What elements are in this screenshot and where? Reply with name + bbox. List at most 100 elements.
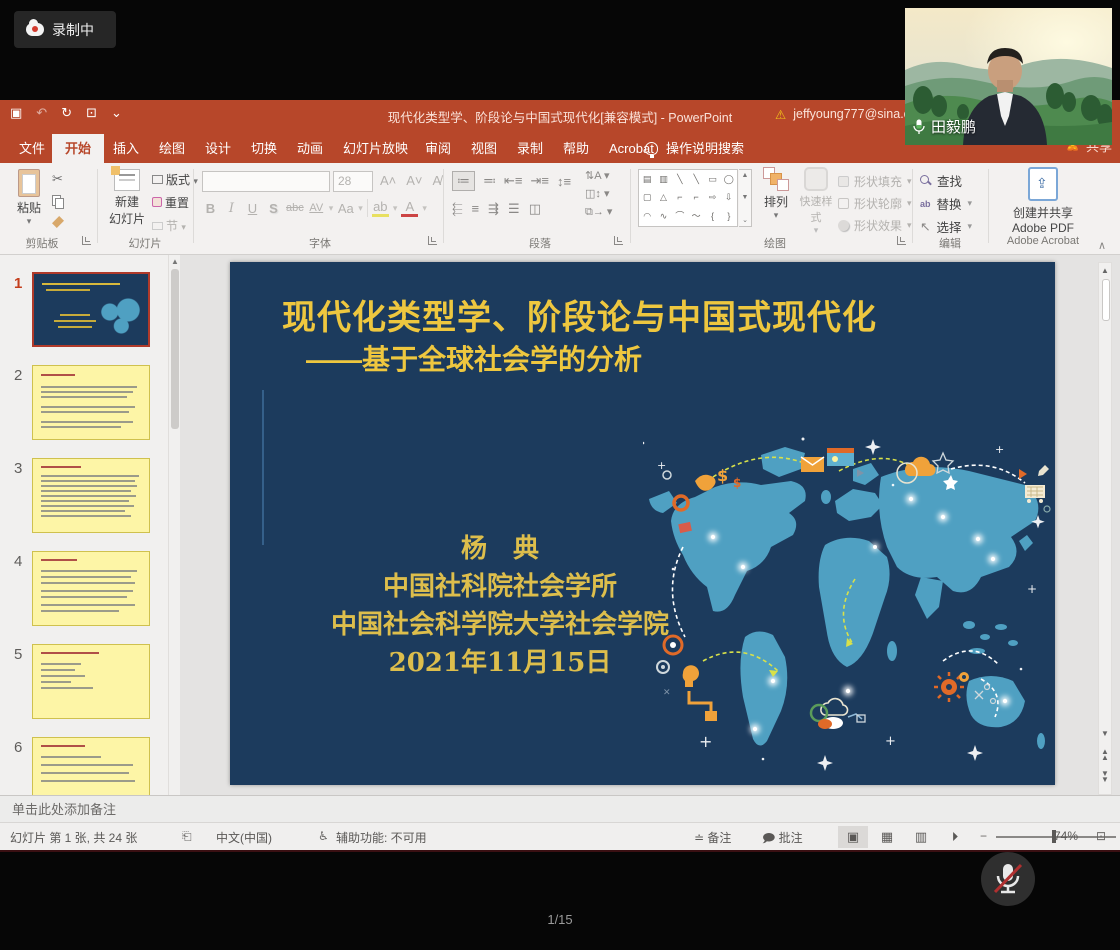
bullets-button[interactable]: ≔ — [452, 171, 475, 191]
shape-gallery-scroll[interactable]: ▲ ▼ ⌄ — [739, 169, 752, 227]
thumb-scroll-up-icon[interactable]: ▲ — [171, 257, 179, 266]
numbering-button[interactable]: ≕ — [483, 173, 496, 189]
scroll-thumb[interactable] — [1102, 279, 1110, 321]
slide-thumbnail-4[interactable] — [32, 551, 150, 626]
webcam-video[interactable]: 田毅鹏 — [905, 8, 1112, 145]
tab-insert[interactable]: 插入 — [100, 134, 152, 163]
slide-thumbnail-5[interactable] — [32, 644, 150, 719]
change-case-button[interactable]: Aa — [337, 201, 354, 216]
zoom-out-button[interactable]: − — [980, 829, 987, 843]
slide-thumbnail-2[interactable] — [32, 365, 150, 440]
smartart-icon[interactable]: ⧉→ ▾ — [585, 205, 612, 219]
accessibility-status[interactable]: 辅助功能: 不可用 — [336, 829, 427, 846]
tab-file[interactable]: 文件 — [6, 134, 58, 163]
format-painter-icon[interactable] — [52, 216, 64, 228]
tell-me-search[interactable]: 操作说明搜索 — [645, 134, 744, 163]
shape-fill-button[interactable]: 形状填充▾ — [838, 173, 912, 190]
paragraph-dialog-launcher[interactable] — [614, 236, 623, 245]
scroll-up-icon[interactable]: ▲ — [1101, 266, 1109, 275]
align-right-icon[interactable]: ⇶ — [488, 201, 499, 217]
bold-button[interactable]: B — [202, 201, 219, 216]
underline-button[interactable]: U — [244, 201, 261, 216]
slide-subtitle[interactable]: ——基于全球社会学的分析 — [306, 338, 642, 378]
normal-view-button[interactable]: ▣ — [838, 826, 868, 848]
thumb-scroll-thumb[interactable] — [171, 269, 179, 429]
align-left-icon[interactable]: ⬱ — [452, 201, 463, 217]
slideshow-view-button[interactable]: ⏵ — [940, 826, 970, 848]
tab-transitions[interactable]: 切换 — [238, 134, 290, 163]
select-button[interactable]: ↖ 选择▾ — [920, 217, 972, 236]
shape-outline-button[interactable]: 形状轮廓▾ — [838, 195, 912, 212]
font-name-combo[interactable] — [202, 171, 330, 192]
shape-effects-button[interactable]: 形状效果▾ — [838, 217, 912, 234]
language-status[interactable]: 中文(中国) — [216, 829, 272, 846]
new-slide-button[interactable]: 新建 幻灯片 — [104, 167, 150, 227]
zoom-percent[interactable]: 74% — [1054, 829, 1078, 843]
decrease-indent-icon[interactable]: ⇤≡ — [504, 173, 522, 189]
slide-canvas[interactable]: 现代化类型学、阶段论与中国式现代化 ——基于全球社会学的分析 杨 典 中国社科院… — [230, 262, 1055, 785]
tab-design[interactable]: 设计 — [192, 134, 244, 163]
tab-record[interactable]: 录制 — [504, 134, 556, 163]
quick-styles-button[interactable]: 快速样式 ▾ — [796, 167, 836, 236]
slide-thumbnail-6[interactable] — [32, 737, 150, 795]
line-spacing-icon[interactable]: ↕≡ — [557, 174, 571, 189]
notes-toggle[interactable]: ≐ 备注 — [694, 829, 731, 846]
previous-slide-icon[interactable]: ▲▲ — [1101, 749, 1109, 761]
collapse-ribbon-icon[interactable]: ∧ — [1098, 239, 1106, 252]
replace-button[interactable]: ab 替换▾ — [920, 194, 972, 213]
paste-button[interactable]: 粘贴 ▾ — [10, 167, 48, 227]
fit-to-window-icon[interactable]: ⊡ — [1096, 829, 1106, 843]
align-center-icon[interactable]: ≡ — [472, 201, 480, 217]
tab-home[interactable]: 开始 — [52, 134, 104, 163]
copy-icon[interactable] — [52, 195, 65, 208]
mute-button[interactable] — [981, 852, 1035, 906]
find-button[interactable]: 查找 — [920, 171, 962, 190]
tab-slideshow[interactable]: 幻灯片放映 — [330, 134, 421, 163]
tab-review[interactable]: 审阅 — [412, 134, 464, 163]
reading-view-button[interactable]: ▥ — [906, 826, 936, 848]
font-color-button[interactable]: A — [401, 199, 418, 217]
font-size-combo[interactable]: 28 — [333, 171, 373, 192]
next-slide-icon[interactable]: ▼▼ — [1101, 771, 1109, 783]
tab-help[interactable]: 帮助 — [550, 134, 602, 163]
decrease-font-icon[interactable]: A˅ — [406, 173, 422, 188]
italic-button[interactable]: I — [223, 201, 240, 216]
clear-formatting-icon[interactable]: A̸ — [433, 173, 442, 188]
account-area[interactable]: ⚠ jeffyoung777@sina.co — [775, 107, 917, 122]
text-direction-icon[interactable]: ⇅A ▾ — [585, 169, 612, 182]
tab-view[interactable]: 视图 — [458, 134, 510, 163]
character-spacing-button[interactable]: AV — [308, 202, 325, 214]
section-button[interactable]: 节 ▾ — [152, 217, 198, 234]
notes-pane[interactable]: 单击此处添加备注 — [0, 795, 1120, 822]
create-share-pdf-button[interactable]: 创建并共享 Adobe PDF — [1000, 167, 1086, 235]
paste-dropdown-icon[interactable]: ▾ — [10, 216, 48, 227]
increase-indent-icon[interactable]: ⇥≡ — [530, 173, 548, 189]
clipboard-dialog-launcher[interactable] — [82, 236, 91, 245]
increase-font-icon[interactable]: A˄ — [380, 173, 396, 188]
gallery-down-icon[interactable]: ▼ — [742, 194, 749, 201]
tab-animations[interactable]: 动画 — [284, 134, 336, 163]
comments-toggle[interactable]: 🗩 批注 — [762, 829, 803, 850]
highlight-color-button[interactable]: ab — [372, 199, 389, 217]
cut-icon[interactable]: ✂ — [52, 171, 65, 187]
columns-icon[interactable]: ◫ — [529, 201, 541, 217]
layout-button[interactable]: 版式 ▾ — [152, 171, 198, 188]
arrange-button[interactable]: 排列 ▾ — [758, 167, 794, 221]
drawing-dialog-launcher[interactable] — [897, 236, 906, 245]
strikethrough-button[interactable]: abc — [286, 202, 304, 214]
spellcheck-icon[interactable]: ⎗ — [182, 829, 192, 844]
align-text-icon[interactable]: ◫↕ ▾ — [585, 187, 612, 200]
gallery-more-icon[interactable]: ⌄ — [742, 216, 748, 224]
font-dialog-launcher[interactable] — [428, 236, 437, 245]
justify-icon[interactable]: ☰ — [508, 201, 520, 217]
gallery-up-icon[interactable]: ▲ — [742, 172, 749, 179]
text-shadow-button[interactable]: S — [265, 201, 282, 216]
thumbnail-scrollbar[interactable]: ▲ — [168, 255, 180, 795]
tab-draw[interactable]: 绘图 — [146, 134, 198, 163]
slide-sorter-view-button[interactable]: ▦ — [872, 826, 902, 848]
reset-button[interactable]: 重置 — [152, 194, 198, 211]
scroll-down-icon[interactable]: ▼ — [1101, 729, 1109, 738]
slide-thumbnail-1[interactable] — [32, 272, 150, 347]
slide-thumbnail-3[interactable] — [32, 458, 150, 533]
slide-title[interactable]: 现代化类型学、阶段论与中国式现代化 — [282, 290, 877, 339]
